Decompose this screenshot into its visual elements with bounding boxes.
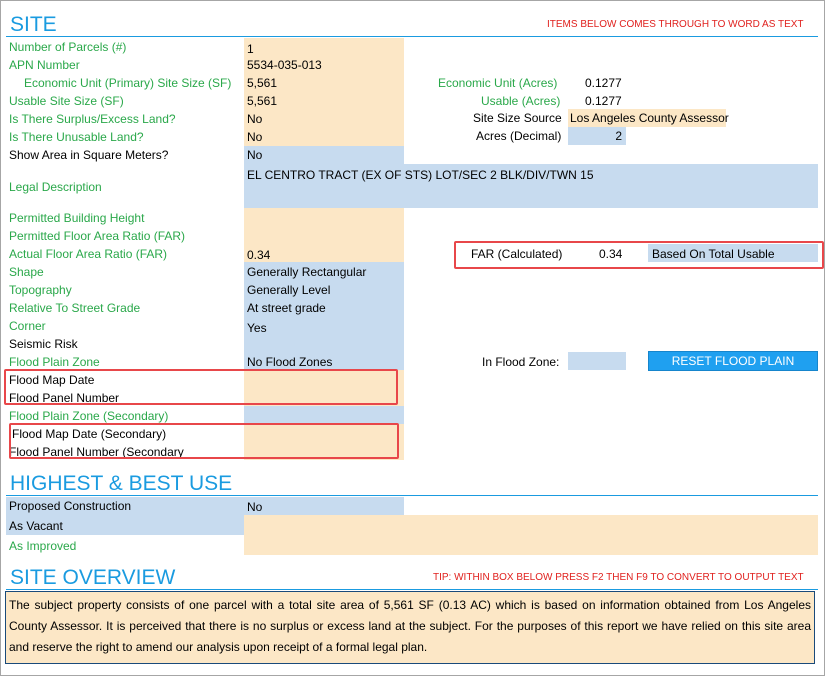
site-overview-text[interactable]: The subject property consists of one par… xyxy=(5,591,815,664)
site-size-source-value[interactable]: Los Angeles County Assessor xyxy=(570,109,729,127)
acres-decimal-label: Acres (Decimal) xyxy=(476,129,562,143)
usable-acres-value: 0.1277 xyxy=(585,94,622,108)
apn-value[interactable]: 5534-035-013 xyxy=(247,56,322,74)
permitted-far-label: Permitted Floor Area Ratio (FAR) xyxy=(9,229,186,243)
seismic-risk-input[interactable] xyxy=(247,335,403,353)
in-flood-zone-label: In Flood Zone: xyxy=(482,355,560,369)
as-vacant-input[interactable] xyxy=(247,517,815,535)
overview-section-title: SITE OVERVIEW xyxy=(10,566,176,589)
unusable-land-value[interactable]: No xyxy=(247,128,262,146)
reset-flood-plain-button[interactable]: RESET FLOOD PLAIN xyxy=(648,351,818,371)
word-output-note: ITEMS BELOW COMES THROUGH TO WORD AS TEX… xyxy=(547,19,804,30)
topography-value[interactable]: Generally Level xyxy=(247,281,330,299)
proposed-construction-label: Proposed Construction xyxy=(9,499,132,513)
permitted-far-input[interactable] xyxy=(247,227,403,245)
sqm-label: Show Area in Square Meters? xyxy=(9,148,169,162)
building-height-label: Permitted Building Height xyxy=(9,211,145,225)
surplus-land-label: Is There Surplus/Excess Land? xyxy=(9,112,176,126)
site-size-source-label: Site Size Source xyxy=(473,111,562,125)
unusable-land-label: Is There Unusable Land? xyxy=(9,130,144,144)
shape-label: Shape xyxy=(9,265,44,279)
sqm-value[interactable]: No xyxy=(247,146,262,164)
actual-far-value[interactable]: 0.34 xyxy=(247,246,270,264)
topography-label: Topography xyxy=(9,283,72,297)
overview-tip: TIP: WITHIN BOX BELOW PRESS F2 THEN F9 T… xyxy=(433,572,804,583)
usable-site-size-value[interactable]: 5,561 xyxy=(247,92,277,110)
as-vacant-label: As Vacant xyxy=(9,519,63,533)
usable-acres-label: Usable (Acres) xyxy=(481,94,561,108)
actual-far-label: Actual Floor Area Ratio (FAR) xyxy=(9,247,168,261)
shape-value[interactable]: Generally Rectangular xyxy=(247,263,366,281)
hbu-section-underline xyxy=(6,495,818,496)
legal-description-label: Legal Description xyxy=(9,180,102,194)
building-height-input[interactable] xyxy=(247,209,403,227)
corner-label: Corner xyxy=(9,319,46,333)
parcels-label: Number of Parcels (#) xyxy=(9,40,127,54)
seismic-risk-label: Seismic Risk xyxy=(9,337,78,351)
as-improved-input[interactable] xyxy=(247,537,815,555)
sqm-input-bg xyxy=(244,146,404,164)
in-flood-zone-input[interactable] xyxy=(570,352,624,370)
street-grade-label: Relative To Street Grade xyxy=(9,301,141,315)
acres-decimal-value[interactable]: 2 xyxy=(568,127,622,145)
site-section-underline xyxy=(6,36,818,37)
as-improved-label: As Improved xyxy=(9,539,77,553)
flood-map-highlight-box xyxy=(4,369,398,405)
street-grade-value[interactable]: At street grade xyxy=(247,299,326,317)
far-highlight-box xyxy=(454,241,824,269)
econ-acres-label: Economic Unit (Acres) xyxy=(438,76,558,90)
econ-acres-value: 0.1277 xyxy=(585,76,622,90)
flood-map-secondary-highlight-box xyxy=(9,423,399,459)
proposed-construction-value[interactable]: No xyxy=(247,498,262,516)
econ-unit-label: Economic Unit (Primary) Site Size (SF) xyxy=(24,76,232,90)
surplus-land-value[interactable]: No xyxy=(247,110,262,128)
legal-description-value[interactable]: EL CENTRO TRACT (EX OF STS) LOT/SEC 2 BL… xyxy=(247,166,594,184)
hbu-section-title: HIGHEST & BEST USE xyxy=(10,472,233,495)
apn-label: APN Number xyxy=(9,58,80,72)
site-section-title: SITE xyxy=(10,13,57,36)
econ-unit-value[interactable]: 5,561 xyxy=(247,74,277,92)
usable-site-size-label: Usable Site Size (SF) xyxy=(9,94,124,108)
overview-section-underline xyxy=(6,589,818,590)
